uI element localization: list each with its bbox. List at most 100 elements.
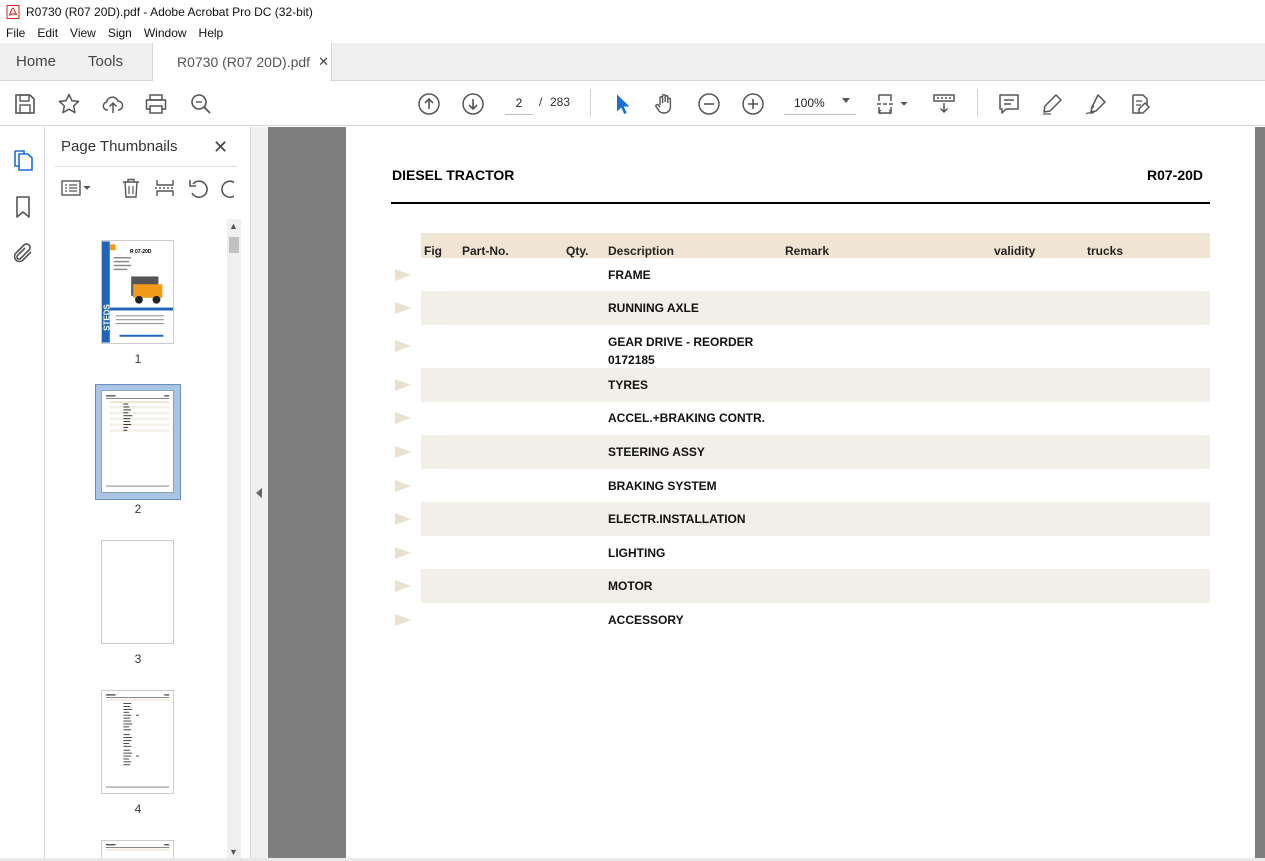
table-row-description[interactable]: FRAME [608,266,651,284]
zoom-dropdown[interactable]: 100% [784,91,856,115]
menu-window[interactable]: Window [138,26,193,40]
table-row-description[interactable]: ACCESSORY [608,611,684,629]
page-number-input[interactable] [505,91,533,115]
column-header-validity: validity [994,244,1036,258]
comment-icon[interactable] [997,92,1021,116]
thumbnail-label: 4 [134,802,142,816]
document-title: DIESEL TRACTOR [392,167,515,183]
scroll-down-icon[interactable]: ▼ [229,847,238,857]
page-thumbnails-icon[interactable] [11,148,35,172]
menu-bar: File Edit View Sign Window Help [0,23,1265,43]
cover-heading: R 07-20D [130,249,152,255]
search-icon[interactable] [189,92,213,116]
hand-tool-icon[interactable] [653,92,677,116]
menu-sign[interactable]: Sign [102,26,138,40]
row-link-arrow[interactable] [395,513,411,525]
thumbnail-scrollbar[interactable]: ▲ ▼ [227,219,241,859]
upload-cloud-icon[interactable] [101,92,125,116]
tab-tools[interactable]: Tools [88,53,123,70]
thumbnail-label: 2 [134,502,142,516]
left-rail [0,127,45,861]
row-link-arrow[interactable] [395,269,411,281]
zoom-value: 100% [794,95,825,110]
edit-document-icon[interactable] [1128,92,1152,116]
scroll-up-icon[interactable]: ▲ [229,221,238,231]
select-cursor-icon[interactable] [610,92,634,116]
table-row-description[interactable]: LIGHTING [608,544,665,562]
row-link-arrow[interactable] [395,614,411,626]
delete-trash-icon[interactable] [120,177,142,199]
table-row-description[interactable]: STEERING ASSY [608,443,705,461]
sign-pen-icon[interactable] [1084,92,1108,116]
table-row-description[interactable]: ACCEL.+BRAKING CONTR. [608,409,765,427]
toolbar-divider [590,89,591,117]
tab-document-label: R0730 (R07 20D).pdf [177,54,311,70]
total-pages: 283 [550,95,571,109]
table-row-description[interactable]: TYRES [608,376,648,394]
star-icon[interactable] [57,92,81,116]
row-link-arrow[interactable] [395,480,411,492]
column-header-trucks: trucks [1087,244,1124,258]
document-model: R07-20D [1147,167,1204,183]
print-icon[interactable] [144,92,168,116]
cover-preview [102,241,173,343]
rotate-counterclockwise-icon[interactable] [187,177,209,199]
scroll-mode-icon[interactable] [932,92,956,116]
row-link-arrow[interactable] [395,302,411,314]
page-fit-icon[interactable] [876,92,912,116]
table-row-description[interactable]: ELECTR.INSTALLATION [608,510,746,528]
tab-home[interactable]: Home [16,53,56,70]
thumbnail-page-2[interactable] [101,390,174,493]
menu-file[interactable]: File [0,26,31,40]
menu-help[interactable]: Help [193,26,230,40]
row-link-arrow[interactable] [395,446,411,458]
bookmark-icon[interactable] [11,195,35,219]
column-header-qty: Qty. [566,244,589,258]
highlight-pen-icon[interactable] [1040,92,1064,116]
previous-page-icon[interactable] [417,92,441,116]
zoom-out-icon[interactable] [697,92,721,116]
chevron-down-icon [842,98,850,103]
table-row-shade [421,291,1210,325]
table-row-shade [421,435,1210,469]
save-icon[interactable] [13,92,37,116]
zoom-in-icon[interactable] [741,92,765,116]
row-link-arrow[interactable] [395,340,411,352]
close-icon[interactable]: ✕ [213,137,228,158]
tab-document[interactable]: R0730 (R07 20D).pdf ✕ [152,43,332,81]
menu-view[interactable]: View [64,26,102,40]
close-tab-icon[interactable]: ✕ [318,54,329,70]
table-row-description[interactable]: RUNNING AXLE [608,299,699,317]
pdf-file-icon [6,4,20,19]
title-bar: R0730 (R07 20D).pdf - Adobe Acrobat Pro … [0,0,1265,23]
insert-page-icon[interactable] [154,177,176,199]
row-link-arrow[interactable] [395,580,411,592]
row-link-arrow[interactable] [395,547,411,559]
thumbnail-page-3[interactable] [101,540,174,644]
thumbnail-options-icon[interactable] [61,177,91,199]
row-link-arrow[interactable] [395,412,411,424]
table-row-description[interactable]: GEAR DRIVE - REORDER [608,333,753,351]
title-rule [391,202,1210,204]
thumbnail-page-1[interactable]: R 07-20D STEDS [101,240,174,344]
collapse-panel-icon[interactable] [256,488,262,498]
page-separator: / [539,95,543,109]
rotate-clockwise-icon[interactable] [220,177,234,199]
attachment-paperclip-icon[interactable] [11,241,35,265]
table-row-shade [421,502,1210,536]
column-header-part-no: Part-No. [462,244,509,258]
window-title: R0730 (R07 20D).pdf - Adobe Acrobat Pro … [26,4,313,19]
tab-bar: Home Tools R0730 (R07 20D).pdf ✕ [0,43,1265,81]
toolbar-divider [977,89,978,117]
table-row-description-continued[interactable]: 0172185 [608,351,655,369]
thumbnail-label: 3 [134,652,142,666]
scrollbar-thumb[interactable] [229,237,239,253]
row-link-arrow[interactable] [395,379,411,391]
table-row-description[interactable]: MOTOR [608,577,652,595]
next-page-icon[interactable] [461,92,485,116]
menu-edit[interactable]: Edit [31,26,64,40]
table-row-description[interactable]: BRAKING SYSTEM [608,477,717,495]
thumbnail-page-4[interactable] [101,690,174,794]
thumbnail-label: 1 [134,352,142,366]
page-2-preview [105,395,170,487]
